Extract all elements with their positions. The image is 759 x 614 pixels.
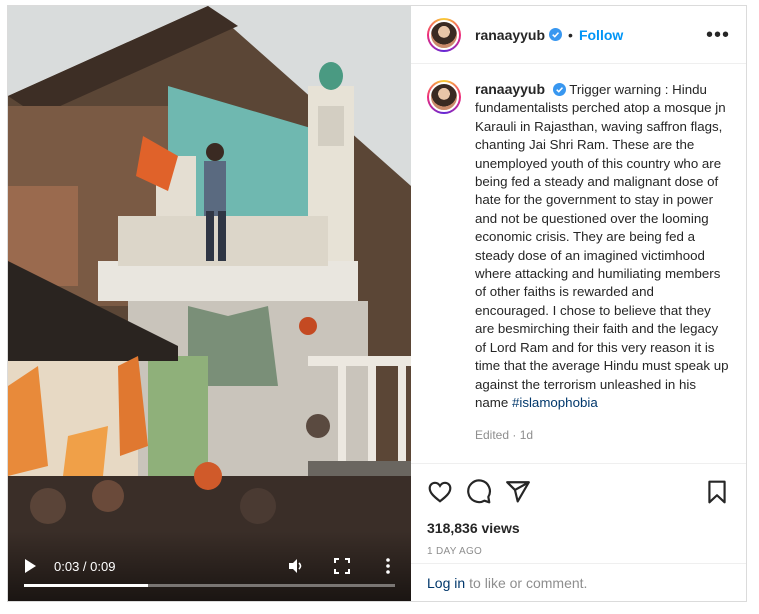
login-prompt-text: to like or comment.: [469, 574, 588, 591]
post-video[interactable]: 0:03 / 0:09: [8, 6, 411, 601]
caption-text: Trigger warning : Hindu fundamentalists …: [475, 82, 729, 410]
caption-avatar[interactable]: [427, 80, 461, 114]
instagram-post: 0:03 / 0:09 ranaayyub • Follow ••• ranaa…: [7, 5, 747, 602]
video-time: 0:03 / 0:09: [54, 558, 116, 574]
post-date[interactable]: 1 DAY AGO: [427, 546, 730, 557]
more-vertical-icon[interactable]: [379, 557, 397, 575]
avatar[interactable]: [427, 17, 461, 52]
comment-icon[interactable]: [466, 479, 492, 505]
login-prompt: Log in to like or comment.: [411, 563, 746, 601]
edited-timestamp: Edited · 1d: [475, 428, 534, 443]
video-controls: 0:03 / 0:09: [8, 531, 411, 601]
heart-icon[interactable]: [427, 479, 453, 505]
follow-button[interactable]: Follow: [579, 27, 623, 43]
caption: ranaayyub Trigger warning : Hindu fundam…: [475, 80, 730, 463]
video-progress-fill: [24, 584, 148, 587]
login-link[interactable]: Log in: [427, 575, 465, 591]
caption-section: ranaayyub Trigger warning : Hindu fundam…: [411, 64, 746, 463]
separator-dot: •: [568, 26, 573, 43]
actions-section: 318,836 views 1 DAY AGO: [411, 463, 746, 563]
bookmark-icon[interactable]: [704, 479, 730, 505]
verified-badge-icon: [549, 28, 563, 41]
hashtag-link[interactable]: #islamophobia: [512, 395, 598, 410]
video-frame-image: [8, 6, 411, 601]
volume-icon[interactable]: [287, 557, 305, 575]
play-icon[interactable]: [22, 558, 38, 574]
verified-badge-icon: [552, 83, 566, 96]
share-icon[interactable]: [505, 479, 531, 505]
username-link[interactable]: ranaayyub: [475, 27, 545, 43]
video-progress-bar[interactable]: [24, 584, 395, 587]
post-sidebar: ranaayyub • Follow ••• ranaayyub Trigger…: [411, 6, 746, 601]
fullscreen-icon[interactable]: [333, 557, 351, 575]
caption-username-link[interactable]: ranaayyub: [475, 81, 545, 97]
more-horizontal-icon[interactable]: •••: [706, 25, 730, 45]
post-header: ranaayyub • Follow •••: [411, 6, 746, 64]
view-count[interactable]: 318,836 views: [427, 520, 730, 536]
